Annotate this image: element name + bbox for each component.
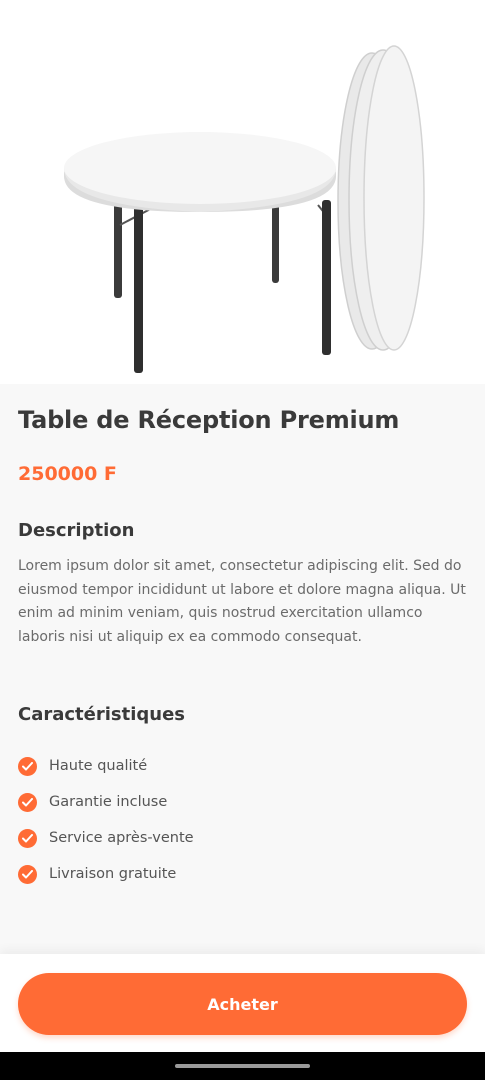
product-image [0, 0, 485, 384]
feature-label: Livraison gratuite [49, 866, 177, 882]
features-heading: Caractéristiques [18, 704, 186, 725]
feature-label: Garantie incluse [49, 794, 168, 810]
table-illustration [64, 45, 425, 373]
feature-label: Haute qualité [49, 758, 148, 774]
feature-item: Livraison gratuite [18, 856, 194, 892]
feature-label: Service après-vente [49, 830, 194, 846]
features-list: Haute qualité Garantie incluse Service a… [18, 748, 194, 892]
description-text: Lorem ipsum dolor sit amet, consectetur … [18, 558, 466, 645]
check-circle-icon [18, 828, 37, 848]
system-navigation-bar [0, 1052, 485, 1080]
check-circle-icon [18, 864, 37, 884]
check-circle-icon [18, 756, 37, 776]
description-heading: Description [18, 520, 135, 541]
home-indicator[interactable] [175, 1064, 310, 1068]
feature-item: Garantie incluse [18, 784, 194, 820]
feature-item: Service après-vente [18, 820, 194, 856]
bottom-action-bar: Acheter [0, 954, 485, 1052]
product-title: Table de Réception Premium [18, 406, 400, 434]
product-price: 250000 F [18, 463, 117, 485]
feature-item: Haute qualité [18, 748, 194, 784]
buy-button[interactable]: Acheter [18, 973, 467, 1035]
check-circle-icon [18, 792, 37, 812]
